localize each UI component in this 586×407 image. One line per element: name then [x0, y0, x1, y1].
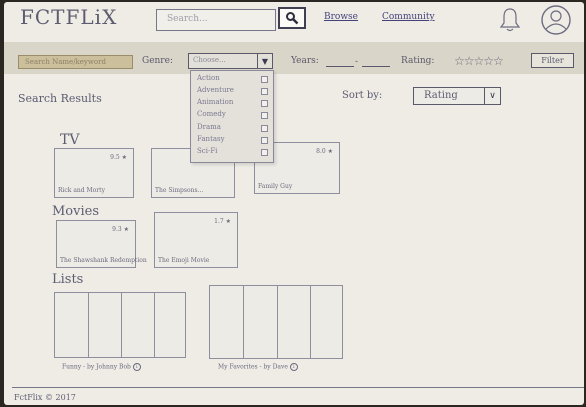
years-label: Years: — [291, 56, 319, 66]
card-rating: 9.5 ★ — [110, 154, 127, 161]
nav-browse-link[interactable]: Browse — [324, 12, 358, 22]
genre-option-label: Animation — [197, 98, 234, 106]
genre-checkbox[interactable] — [261, 100, 268, 107]
card-rating: 9.3 ★ — [112, 226, 129, 233]
chevron-down-icon[interactable]: ▼ — [257, 54, 272, 68]
genre-checkbox[interactable] — [261, 125, 268, 132]
genre-checkbox[interactable] — [261, 88, 268, 95]
rating-stars[interactable]: ☆☆☆☆☆ — [454, 54, 504, 68]
genre-select-value: Choose... — [193, 56, 226, 64]
list-caption-text: Funny - by Johnny Bob — [62, 363, 131, 371]
card-title: The Emoji Movie — [158, 257, 210, 264]
movie-card[interactable]: 1.7 ★ The Emoji Movie — [154, 212, 238, 268]
card-title: Rick and Morty — [58, 187, 105, 194]
genre-label: Genre: — [142, 56, 173, 66]
genre-option[interactable]: Fantasy — [197, 135, 271, 147]
chevron-down-icon[interactable]: ∨ — [484, 88, 500, 104]
card-rating: 8.0 ★ — [316, 148, 333, 155]
card-title: The Simpsons... — [155, 187, 204, 194]
list-caption: My Favorites - by Dave i — [218, 363, 298, 371]
years-separator: - — [355, 57, 359, 67]
list-preview[interactable] — [209, 285, 343, 359]
section-tv-label: TV — [60, 132, 80, 148]
list-preview[interactable] — [54, 292, 186, 358]
genre-option-label: Sci-Fi — [197, 147, 218, 155]
genre-option[interactable]: Action — [197, 74, 271, 86]
footer-copyright: FctFlix © 2017 — [14, 393, 76, 402]
genre-checkbox[interactable] — [261, 137, 268, 144]
sort-by-label: Sort by: — [342, 90, 383, 101]
rating-label: Rating: — [401, 56, 435, 66]
results-title: Search Results — [18, 92, 102, 105]
nav-community-link[interactable]: Community — [382, 12, 435, 22]
list-caption: Funny - by Johnny Bob i — [62, 363, 141, 371]
year-from-field[interactable] — [326, 66, 354, 67]
genre-option[interactable]: Adventure — [197, 86, 271, 98]
search-icon — [286, 12, 299, 25]
genre-option[interactable]: Comedy — [197, 110, 271, 122]
genre-option-label: Drama — [197, 123, 221, 131]
genre-option[interactable]: Animation — [197, 98, 271, 110]
list-caption-text: My Favorites - by Dave — [218, 363, 288, 371]
info-icon[interactable]: i — [132, 363, 141, 371]
genre-dropdown-menu: Action Adventure Animation Comedy Drama … — [190, 70, 274, 163]
genre-checkbox[interactable] — [261, 149, 268, 156]
filter-button[interactable]: Filter — [531, 53, 574, 68]
sort-select-value: Rating — [424, 90, 458, 101]
genre-option-label: Action — [197, 74, 220, 82]
card-title: The Shawshank Redemption — [60, 257, 147, 264]
card-rating: 1.7 ★ — [214, 218, 231, 225]
genre-option-label: Adventure — [197, 86, 234, 94]
genre-checkbox[interactable] — [261, 76, 268, 83]
genre-checkbox[interactable] — [261, 112, 268, 119]
keyword-search-field[interactable]: Search Name/keyword — [18, 55, 133, 69]
wireframe-page: FCTFLiX Search... Browse Community Searc… — [4, 2, 584, 405]
genre-option-label: Comedy — [197, 110, 226, 118]
genre-option[interactable]: Sci-Fi — [197, 147, 271, 159]
card-title: Family Guy — [258, 183, 293, 190]
search-input[interactable]: Search... — [156, 9, 276, 31]
section-movies-label: Movies — [52, 204, 100, 219]
app-logo[interactable]: FCTFLiX — [20, 5, 117, 29]
year-to-field[interactable] — [362, 66, 390, 67]
bell-icon[interactable] — [499, 7, 521, 33]
avatar-icon[interactable] — [540, 4, 572, 36]
movie-card[interactable]: 9.3 ★ The Shawshank Redemption — [56, 220, 147, 268]
search-button[interactable] — [278, 7, 306, 29]
sort-select[interactable]: Rating ∨ — [413, 87, 501, 105]
footer-divider — [12, 387, 584, 388]
genre-select[interactable]: Choose... ▼ — [188, 53, 273, 69]
section-lists-label: Lists — [52, 272, 84, 287]
genre-option[interactable]: Drama — [197, 123, 271, 135]
tv-card[interactable]: 9.5 ★ Rick and Morty — [54, 148, 134, 198]
info-icon[interactable]: i — [289, 363, 298, 371]
genre-option-label: Fantasy — [197, 135, 225, 143]
